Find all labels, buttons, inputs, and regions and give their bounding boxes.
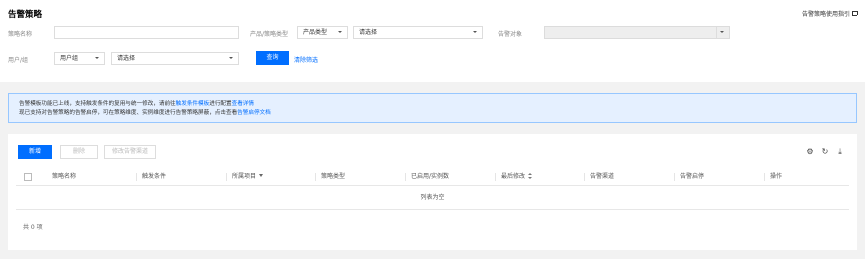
guide-link[interactable]: 告警策略使用指引: [801, 9, 858, 18]
select-all-checkbox[interactable]: [24, 173, 32, 181]
alarm-start-stop-doc-link[interactable]: 告警启停文档: [237, 110, 271, 116]
filter-section: 告警策略 告警策略使用指引 策略名称 产品/策略类型 产品类型 请选择 告警对象…: [0, 0, 865, 82]
filter-icon[interactable]: [259, 174, 264, 177]
query-button[interactable]: 查询: [256, 51, 289, 65]
external-link-icon: [852, 10, 858, 16]
col-trigger-condition: 触发条件: [142, 173, 167, 180]
user-group-select[interactable]: 用户组: [54, 52, 105, 65]
refresh-icon[interactable]: ↻: [820, 147, 830, 157]
chevron-down-icon: [95, 57, 99, 59]
policy-type-select[interactable]: 请选择: [353, 26, 483, 39]
table-header: 策略名称 触发条件 所属项目 策略类型 已启用/实例数 最后修改 告警渠道 告警…: [16, 168, 849, 186]
product-type-select[interactable]: 产品类型: [297, 26, 348, 39]
clear-filter-link[interactable]: 清除筛选: [294, 55, 318, 64]
download-icon[interactable]: ⤓: [835, 147, 845, 157]
col-alarm-channel: 告警渠道: [590, 173, 615, 180]
policy-table-panel: 新增 删除 修改告警渠道 ⚙ ↻ ⤓ 策略名称 触发条件 所属项目 策略类型 已…: [8, 134, 857, 250]
col-project[interactable]: 所属项目: [232, 168, 264, 186]
product-type-label: 产品/策略类型: [250, 31, 289, 38]
policy-name-label: 策略名称: [8, 31, 33, 38]
total-count: 共 0 项: [23, 224, 43, 231]
alarm-object-label: 告警对象: [498, 31, 523, 38]
page-title: 告警策略: [8, 10, 43, 20]
policy-name-input[interactable]: [54, 26, 239, 39]
notice-line-2: 现已支持对告警策略的告警启停，可在策略维度、实例维度进行告警策略屏蔽，点击查看告…: [19, 110, 271, 116]
chevron-down-icon: [338, 31, 342, 33]
chevron-down-icon: [229, 57, 233, 59]
user-select[interactable]: 请选择: [111, 52, 239, 65]
new-button[interactable]: 新增: [18, 145, 52, 159]
col-enabled-instances: 已启用/实例数: [411, 173, 450, 180]
col-last-modified[interactable]: 最后修改: [501, 168, 533, 186]
modify-channel-button[interactable]: 修改告警渠道: [104, 145, 156, 159]
guide-link-label: 告警策略使用指引: [801, 11, 850, 18]
notice-line-1: 告警模板功能已上线，支持触发条件的复用与统一修改，请前往触发条件模板进行配置查看…: [19, 101, 254, 107]
trigger-template-link[interactable]: 触发条件模板: [176, 101, 210, 107]
col-actions: 操作: [770, 173, 783, 180]
user-group-label: 用户/组: [8, 57, 29, 64]
chevron-down-icon: [720, 31, 724, 33]
empty-list-text: 列表为空: [16, 186, 849, 210]
chevron-down-icon: [473, 31, 477, 33]
notice-banner: 告警模板功能已上线，支持触发条件的复用与统一修改，请前往触发条件模板进行配置查看…: [8, 93, 857, 123]
alarm-object-select[interactable]: [544, 26, 730, 39]
sort-icon[interactable]: [528, 173, 533, 179]
delete-button[interactable]: 删除: [60, 145, 98, 159]
view-details-link[interactable]: 查看详情: [232, 101, 254, 107]
col-policy-type: 策略类型: [321, 173, 346, 180]
col-policy-name: 策略名称: [52, 173, 77, 180]
settings-icon[interactable]: ⚙: [805, 147, 815, 157]
col-alarm-start-stop: 告警启停: [680, 173, 705, 180]
